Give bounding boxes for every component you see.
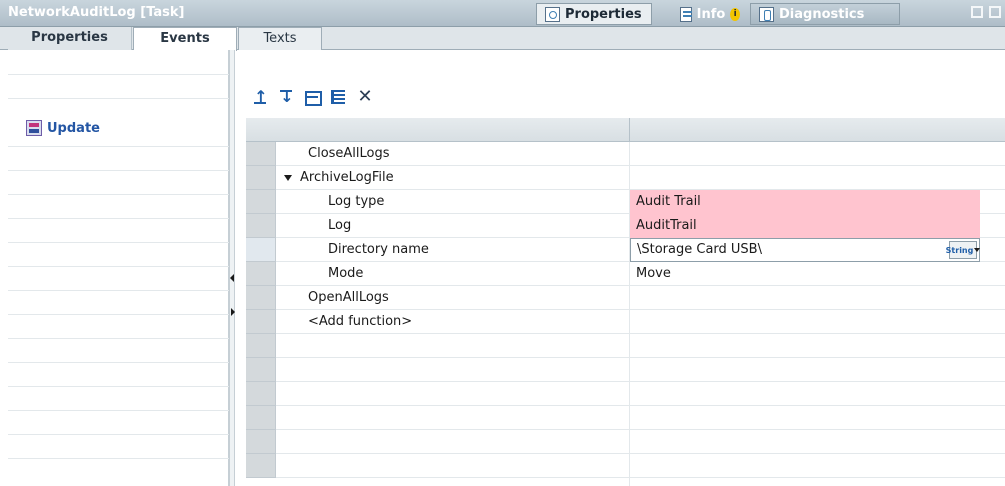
title-bar: NetworkAuditLog [Task] Properties Info i… <box>0 0 1005 27</box>
maximize-icon[interactable] <box>989 6 1001 18</box>
tab-info[interactable]: Info i <box>672 3 748 25</box>
dropdown-icon <box>974 248 981 252</box>
function-value <box>630 286 980 310</box>
divider <box>8 266 229 267</box>
grid-header <box>246 118 1005 142</box>
table-row[interactable]: ArchiveLogFile <box>246 166 1005 190</box>
event-icon <box>26 120 42 136</box>
divider <box>8 410 229 411</box>
restore-icon[interactable] <box>971 6 983 18</box>
parameter-name: Directory name <box>328 242 429 257</box>
divider <box>8 146 229 147</box>
table-row[interactable]: Directory name \Storage Card USB\ String <box>246 238 1005 262</box>
tab-diagnostics-label: Diagnostics <box>779 6 865 22</box>
function-value <box>630 166 980 190</box>
divider <box>8 98 229 99</box>
window-controls <box>971 6 1001 18</box>
folder-icon[interactable] <box>302 88 324 106</box>
function-name: ArchiveLogFile <box>300 170 394 185</box>
move-up-icon[interactable]: ↑ <box>250 88 272 106</box>
parameter-name: Mode <box>328 266 364 281</box>
parameter-value: \Storage Card USB\ <box>637 242 762 257</box>
table-row[interactable]: Log type Audit Trail <box>246 190 1005 214</box>
subtab-events[interactable]: Events <box>133 27 237 51</box>
divider <box>8 458 229 459</box>
parameter-value[interactable]: AuditTrail <box>630 214 980 238</box>
function-name-wrap: ArchiveLogFile <box>284 170 394 185</box>
delete-icon[interactable]: ✕ <box>354 88 376 106</box>
table-row <box>246 334 1005 358</box>
tab-diagnostics[interactable]: Diagnostics <box>750 3 900 25</box>
parameter-value[interactable]: Audit Trail <box>630 190 980 214</box>
magnifier-icon <box>545 6 560 22</box>
divider <box>8 386 229 387</box>
info-badge-icon: i <box>730 7 740 21</box>
divider <box>8 338 229 339</box>
table-row[interactable]: Log AuditTrail <box>246 214 1005 238</box>
info-icon <box>680 6 692 22</box>
divider <box>8 314 229 315</box>
table-row <box>246 454 1005 478</box>
function-toolbar: ↑ ↓ ✕ <box>250 88 376 106</box>
window-title: NetworkAuditLog [Task] <box>8 5 185 20</box>
directory-name-input[interactable]: \Storage Card USB\ String <box>630 238 981 262</box>
table-row <box>246 430 1005 454</box>
divider <box>8 362 229 363</box>
expand-right-icon[interactable] <box>231 308 235 316</box>
table-row[interactable]: CloseAllLogs <box>246 142 1005 166</box>
collapse-left-icon[interactable] <box>230 274 234 282</box>
table-row[interactable]: OpenAllLogs <box>246 286 1005 310</box>
function-value <box>630 142 980 166</box>
parameter-name: Log type <box>328 194 385 209</box>
subtab-texts[interactable]: Texts <box>238 27 322 50</box>
divider <box>8 170 229 171</box>
string-type-button[interactable]: String <box>946 241 981 259</box>
list-icon[interactable] <box>328 88 350 106</box>
function-name: OpenAllLogs <box>308 290 389 305</box>
add-function[interactable]: <Add function> <box>308 314 412 329</box>
function-grid: CloseAllLogs ArchiveLogFile Log type Aud… <box>246 118 1005 486</box>
divider <box>8 242 229 243</box>
diagnostics-icon <box>759 6 774 22</box>
move-down-icon[interactable]: ↓ <box>276 88 298 106</box>
function-value <box>630 310 980 334</box>
parameter-name: Log <box>328 218 352 233</box>
table-row <box>246 358 1005 382</box>
subtab-bar: Properties Events Texts <box>0 27 1005 51</box>
table-row[interactable]: Mode Move <box>246 262 1005 286</box>
parameter-value[interactable]: Move <box>630 262 980 286</box>
divider <box>8 218 229 219</box>
table-row <box>246 406 1005 430</box>
tab-properties-label: Properties <box>565 6 642 22</box>
tab-properties[interactable]: Properties <box>536 3 652 25</box>
events-list: Update <box>8 50 229 486</box>
event-item-update[interactable]: Update <box>26 120 100 136</box>
subtab-properties[interactable]: Properties <box>8 27 132 50</box>
table-row <box>246 382 1005 406</box>
function-name: CloseAllLogs <box>308 146 390 161</box>
expand-triangle-icon[interactable] <box>284 174 292 181</box>
event-item-label: Update <box>47 120 100 136</box>
table-row[interactable]: <Add function> <box>246 310 1005 334</box>
tab-info-label: Info <box>696 6 726 22</box>
divider <box>8 434 229 435</box>
divider <box>8 194 229 195</box>
divider <box>8 74 229 75</box>
divider <box>8 290 229 291</box>
panel-splitter[interactable] <box>229 50 235 486</box>
